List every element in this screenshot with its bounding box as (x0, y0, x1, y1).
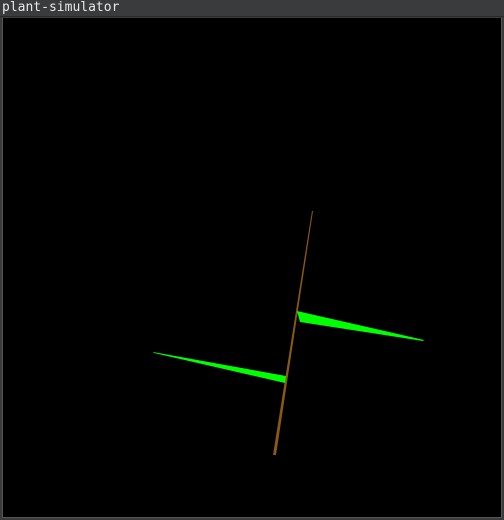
leaf-left (153, 352, 286, 383)
render-viewport[interactable] (2, 18, 502, 518)
title-bar[interactable]: plant-simulator (0, 0, 504, 17)
plant-stem (273, 211, 313, 455)
window-title: plant-simulator (2, 0, 120, 15)
leaf-right (297, 311, 424, 341)
plant-canvas (153, 211, 424, 455)
app-window: plant-simulator (0, 0, 504, 520)
